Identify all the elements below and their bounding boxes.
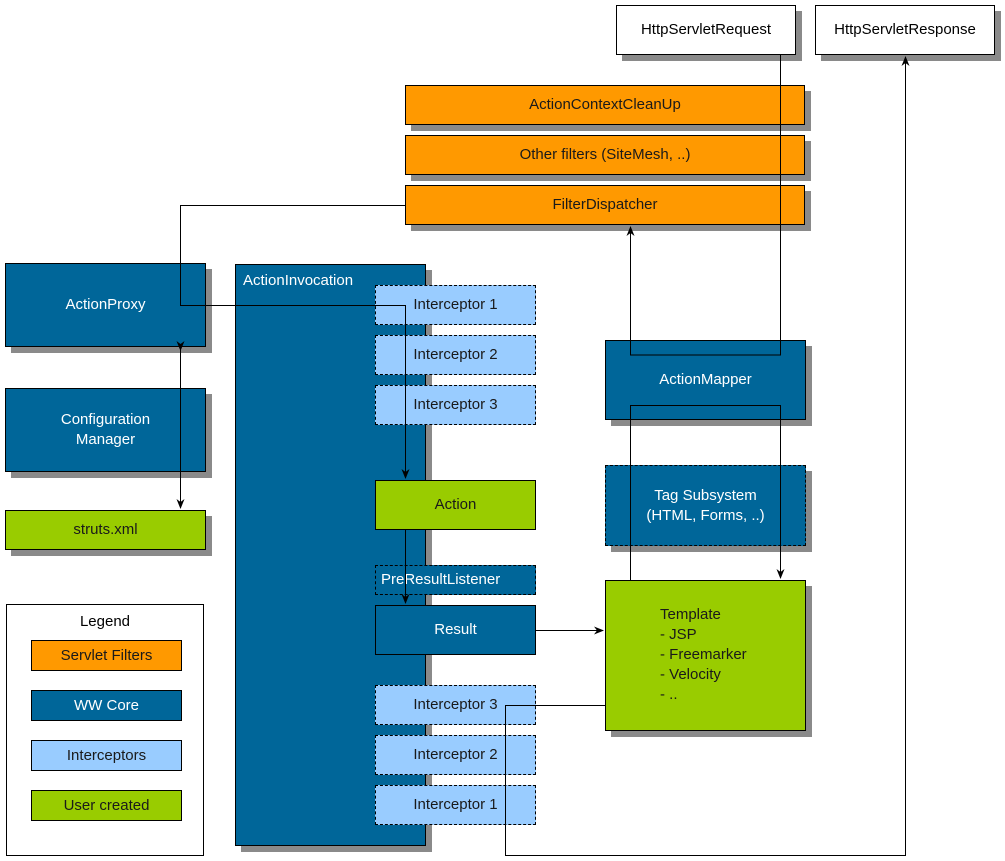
interceptor-in-3-label: Interceptor 3 xyxy=(413,396,498,413)
interceptor-in-2: Interceptor 2 xyxy=(375,335,536,375)
other-filters-box: Other filters (SiteMesh, ..) xyxy=(405,135,805,175)
action-mapper-box: ActionMapper xyxy=(605,340,806,420)
template-box: Template - JSP - Freemarker - Velocity -… xyxy=(605,580,806,731)
http-servlet-response-box: HttpServletResponse xyxy=(815,5,995,55)
legend-servlet-filters: Servlet Filters xyxy=(31,640,182,671)
interceptor-in-1-label: Interceptor 1 xyxy=(413,296,498,313)
action-invocation-label: ActionInvocation xyxy=(243,272,354,289)
interceptor-out-3: Interceptor 3 xyxy=(375,685,536,725)
template-list: Template - JSP - Freemarker - Velocity -… xyxy=(660,605,747,705)
legend-ww-core: WW Core xyxy=(31,690,182,721)
action-proxy-label: ActionProxy xyxy=(65,296,146,313)
connector-template-to-response xyxy=(505,56,910,856)
legend-user-created-label: User created xyxy=(63,796,150,814)
interceptor-in-3: Interceptor 3 xyxy=(375,385,536,425)
http-servlet-response-label: HttpServletResponse xyxy=(834,21,976,38)
action-proxy-box: ActionProxy xyxy=(5,263,206,347)
template-item-freemarker: - Freemarker xyxy=(660,646,747,663)
tag-subsystem-label-line1: Tag Subsystem xyxy=(654,486,757,504)
filter-dispatcher-label: FilterDispatcher xyxy=(552,196,658,213)
legend-interceptors: Interceptors xyxy=(31,740,182,771)
template-item-more: - .. xyxy=(660,686,678,703)
filter-dispatcher-box: FilterDispatcher xyxy=(405,185,805,225)
other-filters-label: Other filters (SiteMesh, ..) xyxy=(519,146,691,163)
interceptor-in-1: Interceptor 1 xyxy=(375,285,536,325)
http-servlet-request-label: HttpServletRequest xyxy=(640,21,772,38)
legend-ww-core-label: WW Core xyxy=(74,696,139,714)
http-servlet-request-box: HttpServletRequest xyxy=(616,5,796,55)
interceptor-out-3-label: Interceptor 3 xyxy=(413,696,498,713)
interceptor-out-1: Interceptor 1 xyxy=(375,785,536,825)
configuration-manager-label-line1: Configuration xyxy=(60,411,151,428)
legend-interceptors-label: Interceptors xyxy=(66,746,147,764)
legend-title: Legend xyxy=(79,613,131,630)
template-item-jsp: - JSP xyxy=(660,626,697,643)
configuration-manager-box: Configuration Manager xyxy=(5,388,206,472)
action-box: Action xyxy=(375,480,536,530)
struts-xml-label: struts.xml xyxy=(73,521,138,538)
template-item-velocity: - Velocity xyxy=(660,666,721,683)
action-context-cleanup-label: ActionContextCleanUp xyxy=(529,96,681,113)
action-mapper-label: ActionMapper xyxy=(659,371,752,388)
legend-servlet-filters-label: Servlet Filters xyxy=(60,646,153,664)
action-label: Action xyxy=(434,496,477,513)
configuration-manager-label-line2: Manager xyxy=(75,431,136,448)
interceptor-out-2-label: Interceptor 2 xyxy=(413,746,498,763)
template-title: Template xyxy=(660,606,721,623)
result-label: Result xyxy=(434,621,477,638)
tag-subsystem-box: Tag Subsystem (HTML, Forms, ..) xyxy=(605,465,806,546)
legend: Legend Servlet Filters WW Core Intercept… xyxy=(6,604,204,856)
struts-xml-box: struts.xml xyxy=(5,510,206,550)
pre-result-listener-label: PreResultListener xyxy=(381,571,501,588)
interceptor-out-2: Interceptor 2 xyxy=(375,735,536,775)
interceptor-out-1-label: Interceptor 1 xyxy=(413,796,498,813)
interceptor-in-2-label: Interceptor 2 xyxy=(413,346,498,363)
pre-result-listener-box: PreResultListener xyxy=(375,565,536,595)
tag-subsystem-label-line2: (HTML, Forms, ..) xyxy=(646,506,765,524)
legend-user-created: User created xyxy=(31,790,182,821)
result-box: Result xyxy=(375,605,536,655)
action-context-cleanup-box: ActionContextCleanUp xyxy=(405,85,805,125)
